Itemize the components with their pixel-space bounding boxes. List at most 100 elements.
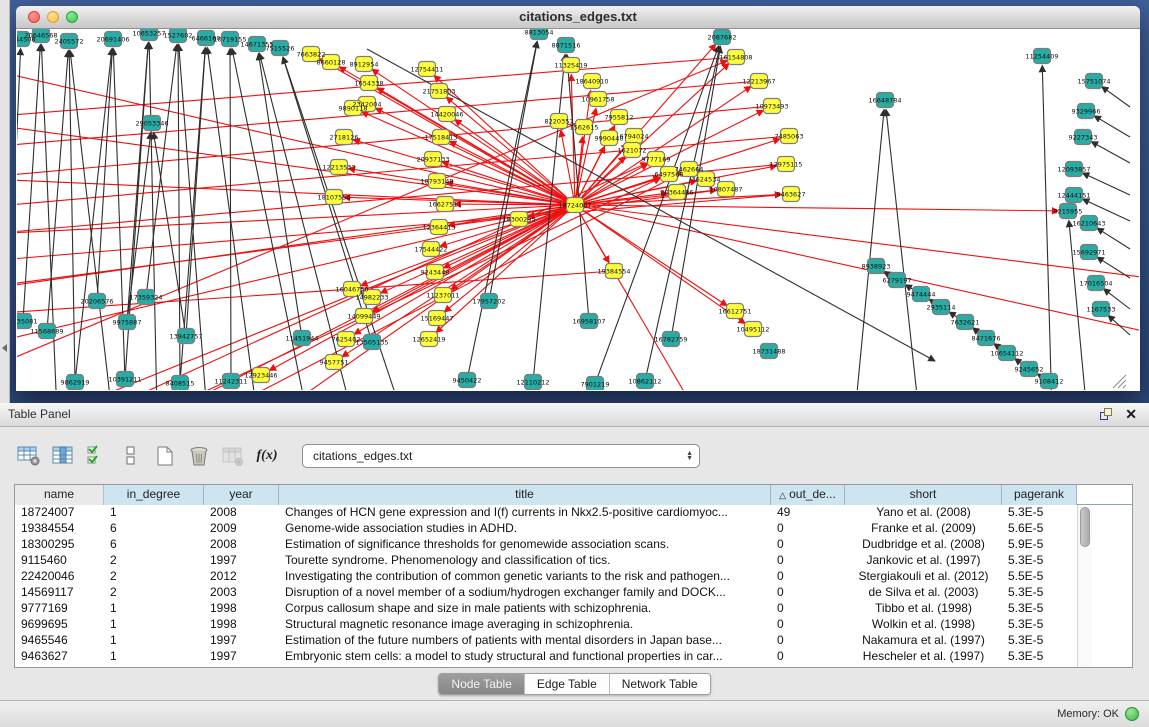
new-table-icon[interactable]	[150, 442, 180, 470]
graph-edge[interactable]	[146, 44, 177, 297]
column-header-name[interactable]: name	[15, 485, 104, 505]
graph-edge[interactable]	[157, 178, 660, 390]
cell-in_degree[interactable]: 2	[104, 553, 204, 569]
cell-year[interactable]: 2008	[204, 537, 279, 553]
cell-in_degree[interactable]: 6	[104, 521, 204, 537]
table-row[interactable]: 977716911998Corpus callosum shape and si…	[15, 601, 1132, 617]
cell-title[interactable]: Structural magnetic resonance image aver…	[279, 617, 771, 633]
cell-title[interactable]: Estimation of significance thresholds fo…	[279, 537, 771, 553]
cell-title[interactable]: Changes of HCN gene expression and I(f) …	[279, 505, 771, 521]
cell-name[interactable]: 9465546	[15, 633, 104, 649]
cell-name[interactable]: 19384554	[15, 521, 104, 537]
column-header-year[interactable]: year	[204, 485, 279, 505]
graph-edge[interactable]	[23, 44, 40, 321]
graph-edge[interactable]	[855, 109, 884, 390]
cell-in_degree[interactable]: 6	[104, 537, 204, 553]
table-panel-header[interactable]: Table Panel ✕	[0, 403, 1149, 427]
delete-table-icon[interactable]	[184, 442, 214, 470]
graph-edge[interactable]	[353, 140, 575, 205]
column-header-title[interactable]: title	[279, 485, 771, 505]
network-svg[interactable]: 8844508206465682405572206914061065325715…	[17, 29, 1139, 390]
float-panel-icon[interactable]	[1100, 408, 1113, 421]
cell-out_de[interactable]: 0	[771, 521, 845, 537]
window-resize-grip[interactable]	[1113, 375, 1126, 388]
cell-short[interactable]: Dudbridge et al. (2008)	[845, 537, 1002, 553]
graph-edge[interactable]	[153, 132, 186, 336]
column-header-pagerank[interactable]: pagerank	[1002, 485, 1077, 505]
cell-year[interactable]: 1997	[204, 553, 279, 569]
graph-edge[interactable]	[575, 205, 727, 306]
close-panel-icon[interactable]: ✕	[1125, 406, 1137, 423]
cell-title[interactable]: Disruption of a novel member of a sodium…	[279, 585, 771, 601]
column-header-in_degree[interactable]: in_degree	[104, 485, 204, 505]
cell-pagerank[interactable]: 5.9E-5	[1002, 537, 1077, 553]
cell-short[interactable]: Tibbo et al. (1998)	[845, 601, 1002, 617]
table-row[interactable]: 2242004622012Investigating the contribut…	[15, 569, 1132, 585]
cell-year[interactable]: 2009	[204, 521, 279, 537]
select-rows-checklist-icon[interactable]	[82, 442, 112, 470]
table-row[interactable]: 1830029562008Estimation of significance …	[15, 537, 1132, 553]
cell-short[interactable]: Yano et al. (2008)	[845, 505, 1002, 521]
cell-name[interactable]: 18724007	[15, 505, 104, 521]
graph-edge[interactable]	[467, 41, 537, 380]
cell-name[interactable]: 9777169	[15, 601, 104, 617]
cell-title[interactable]: Tourette syndrome. Phenomenology and cla…	[279, 553, 771, 569]
cell-short[interactable]: Wolkin et al. (1998)	[845, 617, 1002, 633]
graph-edge[interactable]	[1094, 116, 1130, 137]
cell-year[interactable]: 2003	[204, 585, 279, 601]
function-builder-icon[interactable]: f(x)	[252, 442, 282, 470]
cell-out_de[interactable]: 0	[771, 585, 845, 601]
table-row[interactable]: 1456911722003Disruption of a novel membe…	[15, 585, 1132, 601]
cell-name[interactable]: 22420046	[15, 569, 104, 585]
node-table[interactable]: namein_degreeyeartitle△out_de...shortpag…	[14, 484, 1133, 668]
table-settings-icon[interactable]	[14, 442, 44, 470]
graph-edge[interactable]	[362, 112, 575, 205]
cell-short[interactable]: Stergiakouli et al. (2012)	[845, 569, 1002, 585]
table-scrollbar-thumb[interactable]	[1080, 507, 1090, 547]
graph-edge[interactable]	[17, 271, 614, 314]
cell-pagerank[interactable]: 5.3E-5	[1002, 633, 1077, 649]
cell-pagerank[interactable]: 5.5E-5	[1002, 569, 1077, 585]
panel-collapse-arrow-icon[interactable]	[2, 344, 7, 352]
cell-name[interactable]: 9463627	[15, 649, 104, 665]
minimize-window-icon[interactable]	[47, 11, 59, 23]
cell-short[interactable]: Franke et al. (2009)	[845, 521, 1002, 537]
zoom-window-icon[interactable]	[66, 11, 78, 23]
cell-year[interactable]: 1998	[204, 617, 279, 633]
cell-in_degree[interactable]: 1	[104, 617, 204, 633]
cell-in_degree[interactable]: 1	[104, 649, 204, 665]
table-row[interactable]: 911546021997Tourette syndrome. Phenomeno…	[15, 553, 1132, 569]
cell-year[interactable]: 1998	[204, 601, 279, 617]
graph-edge[interactable]	[207, 47, 257, 390]
table-row[interactable]: 1938455462009Genome-wide association stu…	[15, 521, 1132, 537]
cell-pagerank[interactable]: 5.3E-5	[1002, 601, 1077, 617]
cell-in_degree[interactable]: 1	[104, 633, 204, 649]
row-height-icon[interactable]	[116, 442, 146, 470]
cell-out_de[interactable]: 0	[771, 569, 845, 585]
graph-edge[interactable]	[1097, 228, 1130, 249]
cell-name[interactable]: 9115460	[15, 553, 104, 569]
cell-title[interactable]: Genome-wide association studies in ADHD.	[279, 521, 771, 537]
table-selector-dropdown[interactable]: citations_edges.txt ▲▼	[302, 444, 700, 468]
graph-edge[interactable]	[886, 109, 919, 390]
tab-network-table[interactable]: Network Table	[609, 674, 710, 694]
graph-edge[interactable]	[1108, 315, 1130, 335]
cell-out_de[interactable]: 0	[771, 617, 845, 633]
cell-pagerank[interactable]: 5.3E-5	[1002, 617, 1077, 633]
cell-short[interactable]: Hescheler et al. (1997)	[845, 649, 1002, 665]
cell-name[interactable]: 14569117	[15, 585, 104, 601]
graph-edge[interactable]	[75, 48, 112, 382]
cell-out_de[interactable]: 0	[771, 553, 845, 569]
tab-edge-table[interactable]: Edge Table	[524, 674, 609, 694]
cell-pagerank[interactable]: 5.6E-5	[1002, 521, 1077, 537]
column-header-out_de[interactable]: △out_de...	[771, 485, 845, 505]
cell-title[interactable]: Estimation of the future numbers of pati…	[279, 633, 771, 649]
table-row[interactable]: 1872400712008Changes of HCN gene express…	[15, 505, 1132, 521]
network-canvas[interactable]: 8844508206465682405572206914061065325715…	[17, 29, 1139, 390]
cell-in_degree[interactable]: 2	[104, 569, 204, 585]
cell-out_de[interactable]: 0	[771, 649, 845, 665]
cell-short[interactable]: Nakamura et al. (1997)	[845, 633, 1002, 649]
cell-title[interactable]: Investigating the contribution of common…	[279, 569, 771, 585]
collapsed-panel-strip[interactable]	[0, 0, 10, 403]
graph-edge[interactable]	[47, 50, 68, 331]
